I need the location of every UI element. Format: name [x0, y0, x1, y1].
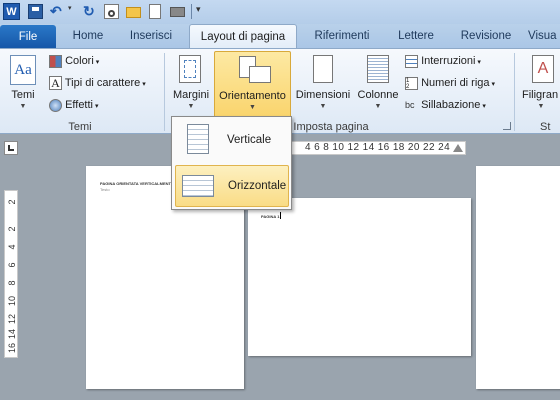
page-landscape-title: PAGINA 1	[261, 214, 280, 219]
margini-button[interactable]: Margini ▼	[170, 51, 212, 117]
vruler-number: 16	[7, 343, 17, 354]
margini-label: Margini	[172, 89, 210, 101]
colonne-button[interactable]: Colonne ▼	[355, 51, 401, 117]
group-separator	[164, 53, 165, 131]
vruler-number: 12	[7, 314, 17, 325]
chevron-down-icon: ▼	[187, 103, 195, 110]
filigrana-button[interactable]: A Filigran ▼	[518, 51, 560, 117]
tab-layout-di-pagina[interactable]: Layout di pagina	[189, 24, 297, 48]
ribbon-tabs: File Home Inserisci Layout di pagina Rif…	[0, 24, 560, 48]
text-cursor	[280, 212, 281, 219]
print-preview-icon[interactable]	[104, 4, 119, 19]
ruler-numbers: 4 6 8 10 12 14 16 18 20 22 24	[305, 142, 451, 153]
vertical-ruler[interactable]: 2 2 4 6 8 10 12 14 16	[4, 190, 18, 358]
chevron-down-icon: ▼	[319, 103, 327, 110]
tab-lettere[interactable]: Lettere	[386, 24, 446, 48]
redo-icon[interactable]: ↻	[83, 4, 98, 19]
orientation-icon-landscape	[249, 66, 271, 83]
save-icon[interactable]	[28, 4, 43, 19]
tipi-label: Tipi di carattere	[64, 77, 141, 89]
chevron-down-icon: ▼	[19, 103, 27, 110]
sillabazione-button[interactable]: bc Sillabazione ▾	[405, 95, 486, 115]
qat-separator	[191, 4, 192, 19]
menu-item-verticale-label: Verticale	[227, 134, 272, 146]
menu-item-orizzontale-label: Orizzontale	[228, 180, 287, 192]
colors-icon	[49, 54, 62, 68]
orientamento-label: Orientamento	[219, 90, 286, 102]
tipi-di-carattere-button[interactable]: A Tipi di carattere ▾	[49, 73, 146, 93]
landscape-page-icon	[182, 175, 214, 197]
tab-home[interactable]: Home	[60, 24, 116, 48]
portrait-page-icon	[187, 124, 209, 154]
colonne-label: Colonne	[357, 89, 399, 101]
fonts-icon: A	[49, 76, 62, 91]
tab-file[interactable]: File	[0, 25, 56, 48]
undo-dropdown-icon[interactable]: ▾	[68, 4, 83, 19]
word-logo-icon[interactable]: W	[3, 3, 20, 20]
hyphenation-icon: bc	[405, 99, 415, 110]
interruzioni-button[interactable]: Interruzioni ▾	[405, 51, 481, 71]
group-temi-label: Temi	[68, 121, 92, 133]
open-folder-icon[interactable]	[126, 7, 141, 18]
effects-icon	[49, 98, 62, 112]
dimensioni-label: Dimensioni	[295, 89, 351, 101]
customize-qat-icon[interactable]: ▾	[196, 4, 211, 19]
vruler-number: 14	[7, 329, 17, 340]
orientation-dropdown-menu: Verticale Orizzontale	[171, 116, 292, 210]
ruler-margin-marker[interactable]	[453, 144, 463, 152]
effetti-label: Effetti	[65, 99, 93, 111]
interruzioni-label: Interruzioni	[421, 55, 476, 67]
tab-riferimenti[interactable]: Riferimenti	[303, 24, 381, 48]
vruler-number: 8	[7, 280, 17, 286]
vruler-number: 6	[7, 262, 17, 268]
chevron-down-icon: ▼	[249, 104, 256, 111]
filigrana-label: Filigran	[522, 89, 559, 101]
new-document-icon[interactable]	[149, 4, 161, 19]
chevron-down-icon: ▼	[374, 103, 382, 110]
quick-print-icon[interactable]	[170, 7, 185, 17]
undo-icon[interactable]: ↶	[50, 4, 65, 19]
watermark-icon: A	[532, 55, 554, 83]
margins-icon	[179, 55, 201, 83]
vruler-number: 4	[7, 244, 17, 250]
colori-button[interactable]: Colori ▾	[49, 51, 99, 71]
dimensioni-button[interactable]: Dimensioni ▼	[293, 51, 353, 117]
vruler-number: 10	[7, 296, 17, 307]
group-imposta-pagina-label: Imposta pagina	[293, 121, 369, 133]
page-next[interactable]	[476, 166, 560, 389]
themes-icon: Aa	[10, 55, 36, 85]
effetti-button[interactable]: Effetti ▾	[49, 95, 98, 115]
orientamento-button[interactable]: Orientamento ▼	[214, 51, 291, 119]
menu-item-verticale[interactable]: Verticale	[175, 120, 289, 162]
vruler-number: 2	[7, 226, 17, 232]
menu-item-orizzontale[interactable]: Orizzontale	[175, 165, 289, 207]
temi-label: Temi	[11, 89, 35, 101]
columns-icon	[367, 55, 389, 83]
breaks-icon	[405, 54, 418, 68]
sillabazione-label: Sillabazione	[421, 99, 481, 111]
tab-revisione[interactable]: Revisione	[452, 24, 520, 48]
numeri-label: Numeri di riga	[421, 77, 490, 89]
page-landscape[interactable]: PAGINA 1	[248, 198, 471, 356]
numeri-di-riga-button[interactable]: 12 Numeri di riga ▾	[405, 73, 495, 93]
temi-button[interactable]: Aa Temi ▼	[4, 51, 42, 117]
size-icon	[313, 55, 333, 83]
tab-inserisci[interactable]: Inserisci	[120, 24, 182, 48]
vruler-number: 2	[7, 199, 17, 205]
tab-visualizza[interactable]: Visua	[528, 24, 560, 48]
group-sfondo-label: St	[540, 121, 551, 133]
line-numbers-icon: 12	[405, 76, 418, 90]
quick-access-toolbar: W ↶ ▾ ↻ ▾	[0, 0, 560, 24]
dialog-launcher-icon[interactable]	[503, 122, 511, 130]
ruler-toggle-button[interactable]	[4, 141, 18, 155]
group-separator	[514, 53, 515, 131]
chevron-down-icon: ▼	[537, 103, 545, 110]
page-portrait-text: Testo	[100, 187, 110, 192]
page-portrait-title: PAGINA ORIENTATA VERTICALMENTE	[100, 181, 174, 186]
colori-label: Colori	[65, 55, 94, 67]
